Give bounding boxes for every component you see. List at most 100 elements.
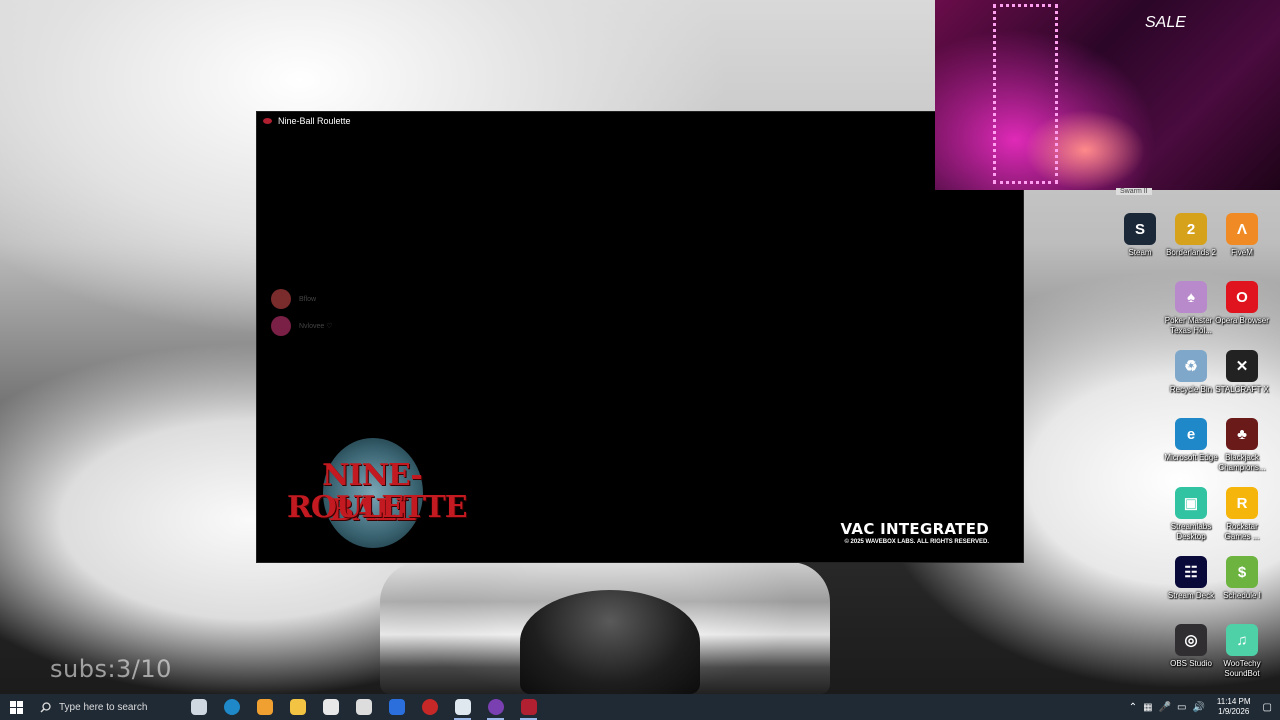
desktop-shortcut-label: Stream Deck — [1167, 591, 1215, 600]
opera-icon: O — [1226, 281, 1258, 313]
desktop-shortcut[interactable]: ▣ Streamlabs Desktop — [1163, 487, 1219, 542]
desktop-shortcut[interactable]: ♫ WooTechy SoundBot — [1214, 624, 1270, 679]
steam-icon — [454, 699, 471, 715]
taskbar-search[interactable]: Type here to search — [32, 694, 182, 720]
poker-master-icon: ♠ — [1175, 281, 1207, 313]
desktop-shortcut[interactable]: R Rockstar Games ... — [1214, 487, 1270, 542]
player-avatar — [271, 316, 291, 336]
network-icon[interactable]: ▦ — [1143, 702, 1152, 713]
desktop-shortcut[interactable]: 2 Borderlands 2 — [1163, 213, 1219, 258]
desktop-shortcut-label: OBS Studio — [1170, 659, 1212, 668]
copilot-icon — [256, 699, 273, 715]
chevron-up-icon[interactable]: ⌃ — [1129, 702, 1137, 713]
desktop-shortcut[interactable]: ✕ STALCRAFT X — [1214, 350, 1270, 395]
clock[interactable]: 11:14 PM 1/9/2026 — [1217, 697, 1251, 717]
edge-icon — [223, 699, 240, 715]
taskbar-app-lock-app[interactable] — [347, 694, 380, 720]
taskbar: Type here to search ⌃ ▦ 🎤 ▭ 🔊 11:14 PM 1… — [0, 694, 1280, 720]
edge-icon: e — [1175, 418, 1207, 450]
desktop-shortcut-label: Schedule I — [1223, 591, 1261, 600]
player-name: Nvlovee ♡ — [299, 323, 333, 330]
fivem-icon: Λ — [1226, 213, 1258, 245]
stream-deck-icon: ☷ — [1175, 556, 1207, 588]
desktop-shortcut[interactable]: ♣ Blackjack Champions... — [1214, 418, 1270, 473]
clock-time: 11:14 PM — [1216, 697, 1251, 706]
player-name: Bflow — [299, 295, 317, 303]
obs-icon: ◎ — [1175, 624, 1207, 656]
desktop-shortcut[interactable]: ◎ OBS Studio — [1163, 624, 1219, 669]
recycle-bin-icon: ♻ — [1175, 350, 1207, 382]
desktop-shortcut-label: Poker Master - Texas Hol... — [1164, 316, 1218, 335]
game-logo: NINE-BALL ROULETTE — [287, 438, 468, 550]
webcam-overlay: SALE — [935, 0, 1280, 190]
wallpaper-table-center — [520, 590, 700, 694]
desktop-shortcut[interactable]: e Microsoft Edge — [1163, 418, 1219, 463]
desktop-shortcut-label: Blackjack Champions... — [1218, 453, 1266, 472]
taskbar-app-xsplit[interactable] — [413, 694, 446, 720]
desktop-shortcut[interactable]: ☷ Stream Deck — [1163, 556, 1219, 601]
taskbar-app-calculator[interactable] — [314, 694, 347, 720]
soundbot-icon: ♫ — [1226, 624, 1258, 656]
calculator-icon — [322, 699, 339, 715]
taskbar-app-file-explorer[interactable] — [281, 694, 314, 720]
subs-counter-overlay: subs:3/10 — [50, 655, 172, 683]
player-row: Bflow — [271, 289, 316, 309]
desktop-shortcut-label: Steam — [1128, 248, 1152, 257]
notifications-icon[interactable]: ▢ — [1263, 702, 1272, 713]
vac-title: VAC INTEGRATED — [840, 520, 989, 538]
desktop-shortcut[interactable]: O Opera Browser — [1214, 281, 1270, 326]
taskbar-apps — [182, 694, 545, 720]
task-view-icon — [190, 699, 207, 715]
clock-date: 1/9/2026 — [1218, 707, 1250, 716]
desktop-shortcut[interactable]: S Steam — [1112, 213, 1168, 258]
player-row: Nvlovee ♡ — [271, 316, 333, 336]
microphone-icon[interactable]: 🎤 — [1159, 702, 1171, 713]
windows-logo-icon — [9, 700, 23, 714]
steam-icon: S — [1124, 213, 1156, 245]
taskbar-app-chrome[interactable] — [479, 694, 512, 720]
vac-badge: VAC INTEGRATED © 2025 WAVEBOX LABS. ALL … — [841, 520, 989, 545]
webcam-led-door — [993, 4, 1058, 184]
desktop-shortcut[interactable]: $ Schedule I — [1214, 556, 1270, 601]
desktop-shortcut-label: Borderlands 2 — [1166, 248, 1216, 257]
desktop-shortcut[interactable]: ♠ Poker Master - Texas Hol... — [1163, 281, 1219, 336]
chrome-icon — [487, 699, 504, 715]
taskbar-app-task-view[interactable] — [182, 694, 215, 720]
mail-icon — [388, 699, 405, 715]
game-window[interactable]: Nine-Ball Roulette Bflow Nvlovee ♡ NINE-… — [256, 111, 1024, 563]
desktop-shortcut-label: STALCRAFT X — [1215, 385, 1269, 394]
xsplit-icon — [421, 699, 438, 715]
app-icon — [263, 118, 272, 124]
borderlands-icon: 2 — [1175, 213, 1207, 245]
taskbar-app-steam[interactable] — [446, 694, 479, 720]
streamlabs-icon: ▣ — [1175, 487, 1207, 519]
desktop-shortcut-label: Opera Browser — [1215, 316, 1269, 325]
desktop-shortcut-label: WooTechy SoundBot — [1223, 659, 1261, 678]
player-avatar — [271, 289, 291, 309]
taskbar-app-copilot[interactable] — [248, 694, 281, 720]
copyright-text: © 2025 WAVEBOX LABS. ALL RIGHTS RESERVED… — [844, 539, 989, 545]
desktop-shortcut[interactable]: ♻ Recycle Bin — [1163, 350, 1219, 395]
rockstar-icon: R — [1226, 487, 1258, 519]
webcam-caption: Swarm II — [1116, 188, 1152, 195]
window-title: Nine-Ball Roulette — [278, 116, 351, 126]
taskbar-app-edge[interactable] — [215, 694, 248, 720]
window-title-bar[interactable]: Nine-Ball Roulette — [257, 112, 1023, 130]
file-explorer-icon — [289, 699, 306, 715]
taskbar-app-mail[interactable] — [380, 694, 413, 720]
start-button[interactable] — [0, 694, 32, 720]
display-icon[interactable]: ▭ — [1177, 702, 1186, 713]
taskbar-app-nine-ball-roulette[interactable] — [512, 694, 545, 720]
search-placeholder: Type here to search — [59, 701, 148, 713]
desktop-shortcut-label: Rockstar Games ... — [1224, 522, 1260, 541]
desktop-shortcut-label: Recycle Bin — [1169, 385, 1213, 394]
desktop-shortcut[interactable]: Λ FiveM — [1214, 213, 1270, 258]
desktop-shortcut-label: FiveM — [1231, 248, 1253, 257]
blackjack-icon: ♣ — [1226, 418, 1258, 450]
system-tray: ⌃ ▦ 🎤 ▭ 🔊 11:14 PM 1/9/2026 ▢ — [1129, 694, 1280, 720]
stalcraft-icon: ✕ — [1226, 350, 1258, 382]
desktop-shortcut-label: Streamlabs Desktop — [1170, 522, 1212, 541]
nine-ball-roulette-icon — [520, 699, 537, 715]
schedule-icon: $ — [1226, 556, 1258, 588]
volume-icon[interactable]: 🔊 — [1192, 702, 1204, 713]
